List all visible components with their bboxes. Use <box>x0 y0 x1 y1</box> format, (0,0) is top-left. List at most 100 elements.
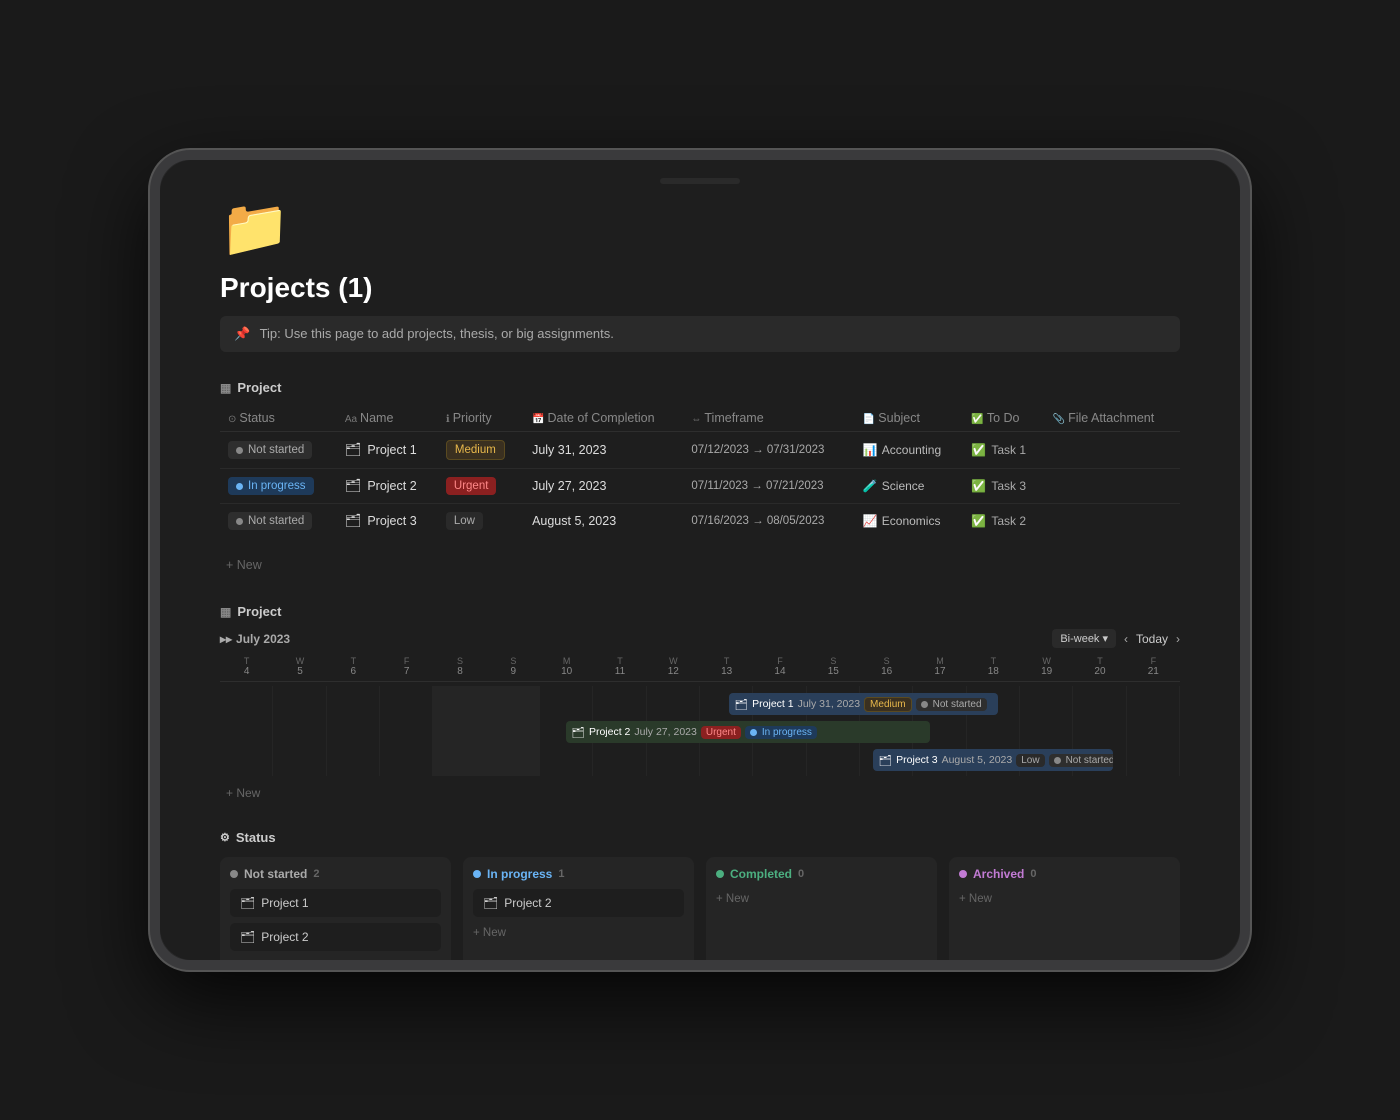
page-title: Projects (1) <box>220 272 1180 304</box>
gantt-bar-p2-priority: Urgent <box>701 726 741 739</box>
timeline-add-new[interactable]: + New <box>220 780 1180 806</box>
status-badge-2: Not started <box>228 512 312 530</box>
day-num: 11 <box>593 666 646 677</box>
day-num: 13 <box>700 666 753 677</box>
day-col-13: T13 <box>700 656 753 677</box>
cell-name-1: 🗂 Project 2 <box>337 469 438 504</box>
cell-file-2 <box>1045 504 1180 539</box>
kanban-col-title-1: In progress 1 <box>473 867 564 881</box>
day-col-17: M17 <box>913 656 966 677</box>
priority-badge-2: Low <box>446 512 483 530</box>
timeline-header: ▸▸ July 2023 Bi-week ▾ ‹ Today › <box>220 629 1180 648</box>
chevron-right-icon-2[interactable]: › <box>1176 632 1180 646</box>
day-col-18: T18 <box>967 656 1020 677</box>
gantt-bar-p1-status: Not started <box>916 698 987 711</box>
status-board-label: Status <box>236 830 276 845</box>
table-section-header: ▦ Project <box>220 380 1180 395</box>
cell-subject-1: 🧪 Science <box>855 469 964 504</box>
cell-timeframe-0: 07/12/2023 → 07/31/2023 <box>683 432 854 469</box>
day-num: 5 <box>273 666 326 677</box>
kanban-columns: Not started 2 🗂 Project 1 🗂 Project 2 + … <box>220 857 1180 960</box>
chevron-left-icon[interactable]: ‹ <box>1124 632 1128 646</box>
day-letter: T <box>1073 656 1126 666</box>
cell-file-1 <box>1045 469 1180 504</box>
day-letter: T <box>327 656 380 666</box>
kanban-col-label-3: Archived <box>973 867 1024 881</box>
table-header-row: ⊙Status AaName ℹPriority 📅Date of Comple… <box>220 405 1180 432</box>
kanban-col-header-3: Archived 0 <box>959 867 1170 881</box>
col-priority: ℹPriority <box>438 405 524 432</box>
table-add-new[interactable]: + New <box>220 550 1180 580</box>
col-date-completion: 📅Date of Completion <box>524 405 683 432</box>
today-button[interactable]: Today <box>1136 632 1168 646</box>
day-col-15: S15 <box>807 656 860 677</box>
gantt-bar-p3-name: Project 3 <box>896 754 937 766</box>
day-letter: T <box>593 656 646 666</box>
day-letter: S <box>433 656 486 666</box>
kanban-col-in-progress: In progress 1 🗂 Project 2 + New <box>463 857 694 960</box>
cell-status-2: Not started <box>220 504 337 539</box>
gantt-bar-p3-date: August 5, 2023 <box>942 754 1013 766</box>
kanban-add-new-1[interactable]: + New <box>473 923 684 943</box>
status-board-header: ⚙ Status <box>220 830 1180 845</box>
day-col-21: F21 <box>1127 656 1180 677</box>
kanban-card-0: 🗂 Project 2 <box>473 889 684 917</box>
grid-icon: ▦ <box>220 381 231 395</box>
project-name-0: 🗂 Project 1 <box>345 442 430 458</box>
table-row: Not started 🗂 Project 3 Low August 5, 20… <box>220 504 1180 539</box>
cell-date-2: August 5, 2023 <box>524 504 683 539</box>
cell-status-1: In progress <box>220 469 337 504</box>
kanban-count-2: 0 <box>798 868 804 880</box>
gantt-bar-project2: 🗂 Project 2 July 27, 2023 Urgent In prog… <box>566 721 931 743</box>
kanban-dot-1 <box>473 870 481 878</box>
day-letter: T <box>967 656 1020 666</box>
checkbox-icon-0: ✅ <box>971 443 986 457</box>
day-col-16: S16 <box>860 656 913 677</box>
day-col-14: F14 <box>753 656 806 677</box>
status-board: ⚙ Status Not started 2 🗂 Project 1 🗂 Pro… <box>220 830 1180 960</box>
gantt-row-2: 🗂 Project 2 July 27, 2023 Urgent In prog… <box>220 718 1180 746</box>
task-item-0: ✅ Task 1 <box>971 443 1036 457</box>
timeline-rows: 🗂 Project 1 July 31, 2023 Medium Not sta… <box>220 686 1180 776</box>
table-section: ▦ Project ⊙Status AaName ℹPriority 📅Date… <box>220 380 1180 580</box>
pin-icon: 📌 <box>234 326 250 341</box>
folder-icon: 📁 <box>220 196 290 259</box>
day-letter: M <box>913 656 966 666</box>
subject-icon-0: 📊 <box>863 443 878 457</box>
cell-name-2: 🗂 Project 3 <box>337 504 438 539</box>
priority-badge-1: Urgent <box>446 477 497 495</box>
kanban-card-0: 🗂 Project 1 <box>230 889 441 917</box>
kanban-col-header-1: In progress 1 <box>473 867 684 881</box>
task-item-1: ✅ Task 3 <box>971 479 1036 493</box>
project-name-1: 🗂 Project 2 <box>345 478 430 494</box>
kanban-col-title-2: Completed 0 <box>716 867 804 881</box>
day-letter: T <box>700 656 753 666</box>
status-badge-0: Not started <box>228 441 312 459</box>
kanban-add-new-0[interactable]: + New <box>230 957 441 960</box>
gantt-bar-project3: 🗂 Project 3 August 5, 2023 Low Not start… <box>873 749 1113 771</box>
kanban-dot-3 <box>959 870 967 878</box>
kanban-add-new-3[interactable]: + New <box>959 889 1170 909</box>
table-section-label: Project <box>237 380 281 395</box>
gantt-bar-project1: 🗂 Project 1 July 31, 2023 Medium Not sta… <box>729 693 998 715</box>
day-letter: W <box>647 656 700 666</box>
kanban-add-new-2[interactable]: + New <box>716 889 927 909</box>
day-num: 16 <box>860 666 913 677</box>
biweek-button[interactable]: Bi-week ▾ <box>1052 629 1116 648</box>
timeline-section-label: Project <box>237 604 281 619</box>
subject-icon-1: 🧪 <box>863 479 878 493</box>
kanban-col-archived: Archived 0 + New <box>949 857 1180 960</box>
day-num: 20 <box>1073 666 1126 677</box>
tablet-frame: 📁 Projects (1) 📌 Tip: Use this page to a… <box>150 150 1250 970</box>
gantt-bar-p1-icon: 🗂 <box>735 698 748 711</box>
timeline-grid: T4W5T6F7S8S9M10T11W12T13F14S15S16M17T18W… <box>220 656 1180 776</box>
cell-name-0: 🗂 Project 1 <box>337 432 438 469</box>
tip-text: Tip: Use this page to add projects, thes… <box>260 326 614 341</box>
checkbox-icon-2: ✅ <box>971 514 986 528</box>
subject-icon-2: 📈 <box>863 514 878 528</box>
gantt-bar-p2-name: Project 2 <box>589 726 630 738</box>
day-letter: S <box>860 656 913 666</box>
gantt-bar-p1-name: Project 1 <box>752 698 793 710</box>
gantt-bar-p2-status: In progress <box>745 726 817 739</box>
subject-tag-2: 📈 Economics <box>863 514 941 528</box>
